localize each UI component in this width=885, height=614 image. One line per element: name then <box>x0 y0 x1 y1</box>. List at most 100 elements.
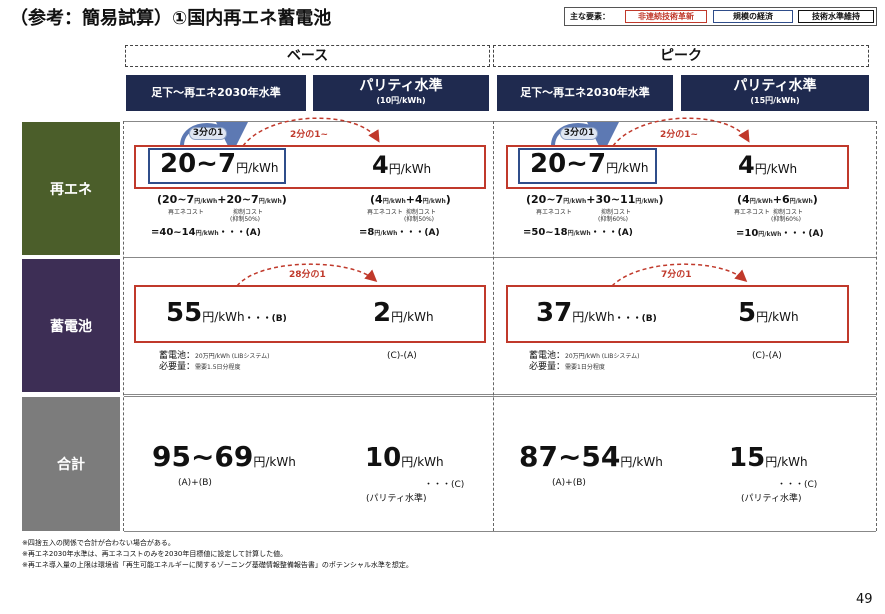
peak-ren-right-formula: (4円/kWh+6円/kWh) <box>737 193 818 206</box>
base-ren-right-formula: (4円/kWh+4円/kWh) <box>370 193 451 206</box>
formula-b: +20~7 <box>217 193 259 206</box>
base-bat-left-value-wrap: 55円/kWh・・・(B) <box>166 298 287 328</box>
formula-a: (20~7 <box>526 193 564 206</box>
result-tag: ・・・(A) <box>397 228 440 238</box>
footnote-1: ※四捨五入の関係で合計が合わない場合がある。 <box>22 539 175 547</box>
peak-total-left-value-wrap: 87~54円/kWh <box>519 440 663 473</box>
result-tag: ・・・(A) <box>590 228 633 238</box>
peak-total-left-value: 87~54 <box>519 440 621 473</box>
peak-bat-left-tag: ・・・(B) <box>614 314 657 324</box>
base-ren-left-unit: 円/kWh <box>236 161 279 175</box>
formula-a-unit: 円/kWh <box>194 198 218 205</box>
base-total-right-value-wrap: 10円/kWh <box>365 443 444 473</box>
peak-bat-right-formula: (C)-(A) <box>752 351 782 361</box>
base-ren-right-value: 4 <box>372 151 389 179</box>
peak-total-right-tag: ・・・(C) <box>777 480 818 490</box>
formula-b: +4 <box>405 193 423 206</box>
formula-b-unit: 円/kWh <box>422 198 446 205</box>
peak-total-left-unit: 円/kWh <box>620 455 663 469</box>
peak-ren-right-label-b2: (抑制60%) <box>771 216 802 223</box>
formula-a-unit: 円/kWh <box>563 198 587 205</box>
result-tag: ・・・(A) <box>781 229 824 239</box>
peak-bat-right-unit: 円/kWh <box>756 310 799 324</box>
note-value: 需要1.5日分程度 <box>195 364 241 371</box>
note-value: 需要1日分程度 <box>565 364 605 371</box>
result-tag: ・・・(A) <box>218 228 261 238</box>
peak-bat-right-value: 5 <box>738 298 757 328</box>
base-total-left-formula: (A)+(B) <box>178 478 212 488</box>
peak-ren-right-result: =10円/kWh・・・(A) <box>736 226 824 239</box>
base-bat-note2: 必要量：需要1.5日分程度 <box>159 359 241 372</box>
peak-ren-left-unit: 円/kWh <box>606 161 649 175</box>
base-bat-right-unit: 円/kWh <box>391 310 434 324</box>
base-total-right-value: 10 <box>365 443 402 473</box>
peak-ren-right-value: 4 <box>738 151 755 179</box>
peak-ren-left-value-wrap: 20~7円/kWh <box>530 149 649 179</box>
formula-b-unit: 円/kWh <box>258 198 282 205</box>
base-total-right-unit: 円/kWh <box>401 455 444 469</box>
peak-ren-right-label-a: 再エネコスト <box>734 209 770 216</box>
base-bat-left-tag: ・・・(B) <box>244 314 287 324</box>
peak-ren-left-label-a: 再エネコスト <box>536 209 572 216</box>
peak-bat-left-value-wrap: 37円/kWh・・・(B) <box>536 298 657 328</box>
base-ren-left-label-b2: (抑制50%) <box>230 216 261 223</box>
peak-ren-left-value: 20~7 <box>530 149 607 179</box>
formula-b: +6 <box>772 193 790 206</box>
base-bat-left-value: 55 <box>166 298 203 328</box>
result: =10 <box>736 228 759 239</box>
base-ren-right-label-b2: (抑制50%) <box>404 216 435 223</box>
base-total-left-unit: 円/kWh <box>253 455 296 469</box>
peak-total-right-value-wrap: 15円/kWh <box>729 443 808 473</box>
peak-total-right-formula: (パリティ水準) <box>741 494 802 504</box>
base-bat-right-formula: (C)-(A) <box>387 351 417 361</box>
base-ren-right-unit: 円/kWh <box>388 162 432 176</box>
base-ren-blue-label: 3分の1 <box>189 127 227 140</box>
base-total-right-formula: (パリティ水準) <box>366 494 427 504</box>
peak-bat-left-value: 37 <box>536 298 573 328</box>
peak-ren-left-formula: (20~7円/kWh+30~11円/kWh) <box>526 193 663 206</box>
peak-bat-left-unit: 円/kWh <box>572 310 615 324</box>
peak-total-right-unit: 円/kWh <box>765 455 808 469</box>
result-unit: 円/kWh <box>374 230 398 237</box>
formula-a: (20~7 <box>157 193 195 206</box>
base-ren-left-label-a: 再エネコスト <box>168 209 204 216</box>
formula-b: +30~11 <box>586 193 636 206</box>
peak-ren-blue-label: 3分の1 <box>560 127 598 140</box>
formula-a: (4 <box>737 193 750 206</box>
formula-end: ) <box>281 193 287 206</box>
peak-total-right-value: 15 <box>729 443 766 473</box>
peak-ren-red-label: 2分の1~ <box>660 130 699 140</box>
base-ren-left-result: =40~14円/kWh・・・(A) <box>151 225 261 238</box>
peak-ren-left-label-b2: (抑制60%) <box>598 216 629 223</box>
formula-end: ) <box>445 193 451 206</box>
result: =50~18 <box>523 227 568 238</box>
formula-b-unit: 円/kWh <box>789 198 813 205</box>
base-total-left-value: 95~69 <box>152 440 254 473</box>
base-bat-red-label: 28分の1 <box>289 270 326 280</box>
base-ren-right-result: =8円/kWh・・・(A) <box>359 225 440 238</box>
footnote-3: ※再エネ導入量の上限は環境省「再生可能エネルギーに関するゾーニング基礎情報整備報… <box>22 561 413 569</box>
peak-bat-right-value-wrap: 5円/kWh <box>738 298 799 328</box>
result-unit: 円/kWh <box>567 230 591 237</box>
base-ren-red-label: 2分の1~ <box>290 130 329 140</box>
result-unit: 円/kWh <box>195 230 219 237</box>
formula-a-unit: 円/kWh <box>382 198 406 205</box>
base-ren-left-value-wrap: 20~7円/kWh <box>160 149 279 179</box>
base-total-right-tag: ・・・(C) <box>424 480 465 490</box>
formula-a-unit: 円/kWh <box>749 198 773 205</box>
base-total-left-value-wrap: 95~69円/kWh <box>152 440 296 473</box>
formula-end: ) <box>658 193 664 206</box>
base-ren-left-value: 20~7 <box>160 149 237 179</box>
base-bat-left-unit: 円/kWh <box>202 310 245 324</box>
note-label: 必要量： <box>529 362 566 372</box>
peak-total-left-formula: (A)+(B) <box>552 478 586 488</box>
note-label: 必要量： <box>159 362 196 372</box>
formula-b-unit: 円/kWh <box>635 198 659 205</box>
base-bat-right-value-wrap: 2円/kWh <box>373 298 434 328</box>
page-number: 49 <box>856 592 873 607</box>
result: =8 <box>359 227 375 238</box>
formula-a: (4 <box>370 193 383 206</box>
base-ren-right-label-a: 再エネコスト <box>367 209 403 216</box>
peak-bat-red-label: 7分の1 <box>661 270 692 280</box>
peak-ren-right-value-wrap: 4円/kWh <box>738 151 797 179</box>
